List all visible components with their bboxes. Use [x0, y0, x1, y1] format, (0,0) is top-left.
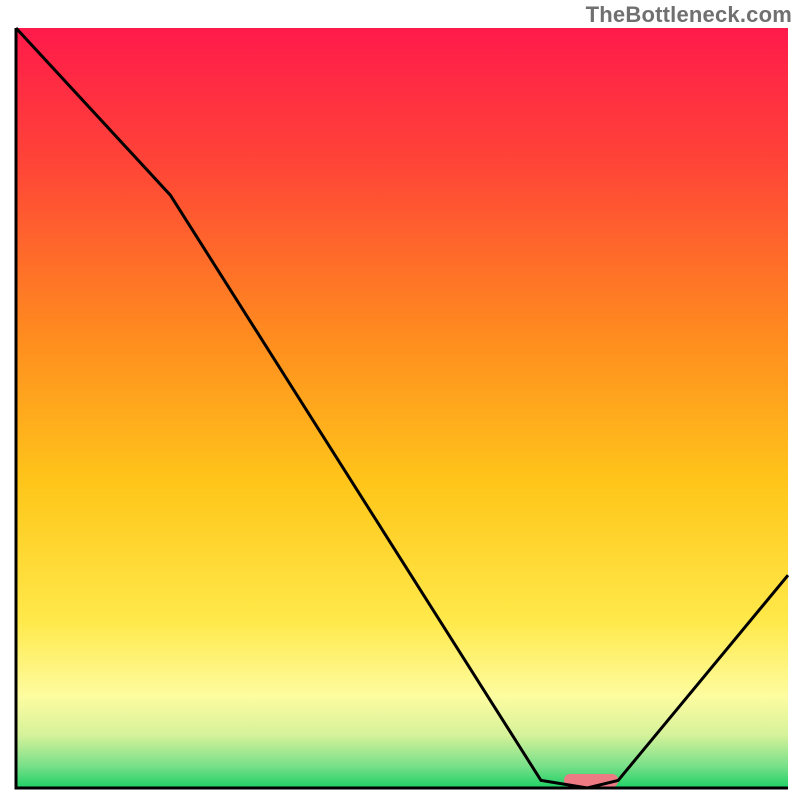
plot-gradient-background: [16, 28, 788, 788]
watermark-text: TheBottleneck.com: [586, 2, 792, 28]
bottleneck-chart: TheBottleneck.com: [0, 0, 800, 800]
chart-svg: [0, 0, 800, 800]
